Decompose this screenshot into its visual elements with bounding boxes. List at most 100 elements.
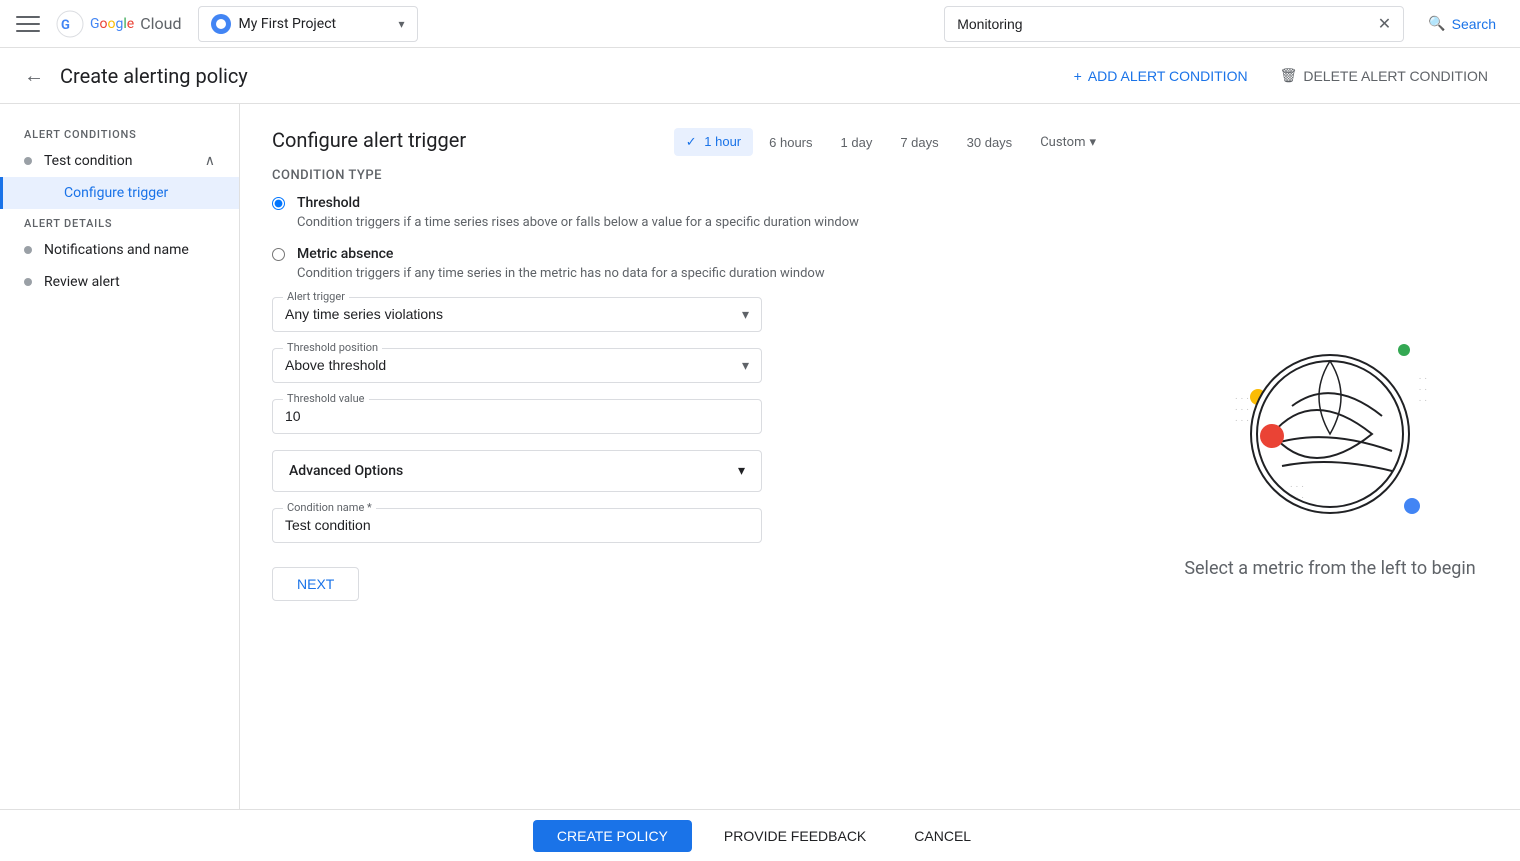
alert-trigger-field: Alert trigger Any time series violations…	[272, 297, 762, 332]
delete-icon: 🗑	[1280, 67, 1298, 84]
search-label: Search	[1452, 16, 1496, 32]
sub-header: ← Create alerting policy + ADD ALERT CON…	[0, 48, 1520, 104]
threshold-position-label: Threshold position	[283, 341, 382, 354]
condition-name-label: Condition name *	[283, 501, 376, 514]
threshold-option[interactable]: Threshold Condition triggers if a time s…	[272, 195, 1032, 230]
threshold-position-select[interactable]: Above threshold Below threshold	[285, 357, 749, 373]
top-nav: G Google Cloud My First Project ▾ ✕ 🔍 Se…	[0, 0, 1520, 48]
sidebar-dot-notifications	[24, 246, 32, 254]
sidebar-notifications-label: Notifications and name	[44, 242, 189, 258]
add-condition-button[interactable]: + ADD ALERT CONDITION	[1066, 60, 1256, 92]
time-30days-label: 30 days	[967, 135, 1013, 150]
check-icon: ✓	[686, 134, 697, 149]
sidebar-collapse-icon[interactable]: ∧	[205, 153, 215, 169]
cloud-text: Cloud	[140, 14, 181, 33]
hamburger-menu[interactable]	[16, 12, 40, 36]
search-button[interactable]: 🔍 Search	[1420, 15, 1504, 32]
threshold-position-field: Threshold position Above threshold Below…	[272, 348, 762, 383]
search-clear-icon[interactable]: ✕	[1378, 14, 1391, 33]
delete-condition-label: DELETE ALERT CONDITION	[1303, 68, 1488, 84]
advanced-options-label: Advanced Options	[289, 463, 403, 479]
custom-dropdown-icon: ▾	[1089, 135, 1096, 150]
metric-absence-desc: Condition triggers if any time series in…	[297, 266, 825, 281]
search-icon: 🔍	[1428, 15, 1445, 32]
project-selector[interactable]: My First Project ▾	[198, 6, 418, 42]
condition-type-label: Condition type	[272, 168, 1032, 183]
time-custom-button[interactable]: Custom ▾	[1028, 129, 1108, 156]
provide-feedback-button[interactable]: PROVIDE FEEDBACK	[708, 820, 882, 852]
advanced-options-section: Advanced Options ▾	[272, 450, 762, 492]
time-6hours-label: 6 hours	[769, 135, 812, 150]
page-title: Create alerting policy	[60, 64, 248, 88]
metric-absence-radio[interactable]	[272, 248, 285, 261]
time-custom-label: Custom	[1040, 135, 1085, 150]
search-input[interactable]	[957, 16, 1370, 32]
content-area: ✓ 1 hour 6 hours 1 day 7 days 30 days	[240, 104, 1140, 809]
back-button[interactable]: ←	[24, 63, 44, 88]
project-name: My First Project	[239, 16, 391, 32]
sidebar-item-test-condition[interactable]: Test condition ∧	[0, 145, 239, 177]
sidebar-item-review-alert[interactable]: Review alert	[0, 266, 239, 298]
chart-area: ········· ······ ······ Select a metric …	[1140, 104, 1520, 809]
metric-absence-option[interactable]: Metric absence Condition triggers if any…	[272, 246, 1032, 281]
threshold-label: Threshold	[297, 195, 859, 211]
dot-red	[1260, 424, 1284, 448]
select-metric-text: Select a metric from the left to begin	[1184, 558, 1475, 579]
dot-blue	[1404, 498, 1420, 514]
page-wrapper: G Google Cloud My First Project ▾ ✕ 🔍 Se…	[0, 0, 1520, 861]
time-btn-7days[interactable]: 7 days	[888, 129, 950, 156]
condition-name-input[interactable]	[285, 517, 749, 533]
threshold-value-label: Threshold value	[283, 392, 369, 405]
dots-pattern-left: ·········	[1235, 394, 1252, 427]
metric-absence-label: Metric absence	[297, 246, 825, 262]
dots-pattern-bottom: ······	[1290, 482, 1307, 504]
google-cloud-logo: G Google Cloud	[56, 10, 182, 38]
time-7days-label: 7 days	[900, 135, 938, 150]
alert-trigger-label: Alert trigger	[283, 290, 349, 303]
add-icon: +	[1074, 68, 1082, 84]
threshold-desc: Condition triggers if a time series rise…	[297, 215, 859, 230]
search-bar: ✕	[944, 6, 1404, 42]
google-cloud-logo-icon: G	[56, 10, 84, 38]
svg-text:G: G	[61, 18, 70, 33]
cancel-button[interactable]: CANCEL	[898, 820, 987, 852]
create-policy-button[interactable]: CREATE POLICY	[533, 820, 692, 852]
sidebar: ALERT CONDITIONS Test condition ∧ Config…	[0, 104, 240, 809]
sidebar-configure-trigger-label: Configure trigger	[64, 185, 168, 201]
alert-trigger-select[interactable]: Any time series violations All time seri…	[285, 306, 749, 322]
advanced-options-chevron: ▾	[738, 463, 745, 479]
sidebar-test-condition-label: Test condition	[44, 153, 132, 169]
dots-pattern-right: ······	[1419, 374, 1430, 407]
threshold-radio[interactable]	[272, 197, 285, 210]
alert-conditions-section-label: ALERT CONDITIONS	[0, 120, 239, 145]
dot-green	[1398, 344, 1410, 356]
time-btn-6hours[interactable]: 6 hours	[757, 129, 824, 156]
google-text: Google	[90, 16, 134, 32]
next-button[interactable]: NEXT	[272, 567, 359, 601]
configure-trigger-section: Configure alert trigger Condition type T…	[272, 128, 1032, 601]
main-content: ✓ 1 hour 6 hours 1 day 7 days 30 days	[240, 104, 1520, 809]
advanced-options-header[interactable]: Advanced Options ▾	[273, 451, 761, 491]
sidebar-item-configure-trigger[interactable]: Configure trigger	[0, 177, 239, 209]
sidebar-dot-review	[24, 278, 32, 286]
sidebar-review-alert-label: Review alert	[44, 274, 120, 290]
time-btn-1hour[interactable]: ✓ 1 hour	[674, 128, 753, 156]
time-btn-1day[interactable]: 1 day	[829, 129, 885, 156]
time-1hour-label: 1 hour	[704, 134, 741, 149]
bottom-bar: CREATE POLICY PROVIDE FEEDBACK CANCEL	[0, 809, 1520, 861]
globe-illustration: ········· ······ ······	[1230, 334, 1430, 534]
threshold-value-field: Threshold value	[272, 399, 762, 434]
sidebar-dot	[24, 157, 32, 165]
delete-condition-button[interactable]: 🗑 DELETE ALERT CONDITION	[1272, 59, 1496, 92]
time-range-bar: ✓ 1 hour 6 hours 1 day 7 days 30 days	[674, 128, 1108, 156]
time-btn-30days[interactable]: 30 days	[955, 129, 1025, 156]
project-icon	[211, 14, 231, 34]
condition-name-field: Condition name *	[272, 508, 762, 543]
time-1day-label: 1 day	[841, 135, 873, 150]
add-condition-label: ADD ALERT CONDITION	[1088, 68, 1248, 84]
body-wrapper: ALERT CONDITIONS Test condition ∧ Config…	[0, 104, 1520, 809]
sidebar-item-notifications[interactable]: Notifications and name	[0, 234, 239, 266]
threshold-value-input[interactable]	[285, 408, 749, 424]
alert-details-section-label: ALERT DETAILS	[0, 209, 239, 234]
project-dropdown-arrow: ▾	[398, 17, 404, 31]
